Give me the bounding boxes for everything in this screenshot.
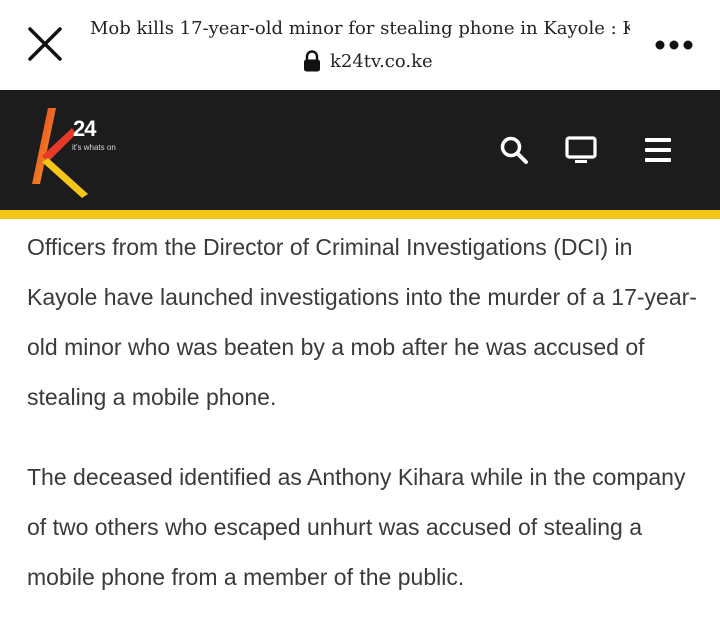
logo-number: 24 xyxy=(73,116,97,141)
lock-icon xyxy=(304,50,320,72)
url-display[interactable]: k24tv.co.ke xyxy=(302,48,433,74)
article-body: Officers from the Director of Criminal I… xyxy=(27,222,707,632)
tv-icon[interactable] xyxy=(565,134,597,166)
close-icon[interactable] xyxy=(27,26,63,62)
url-text: k24tv.co.ke xyxy=(330,50,433,72)
logo-tagline: it's whats on xyxy=(72,143,116,152)
more-options-icon[interactable] xyxy=(652,34,696,56)
page-title: Mob kills 17-year-old minor for stealing… xyxy=(90,18,630,39)
hamburger-menu-icon[interactable] xyxy=(642,134,674,166)
article-paragraph: The deceased identified as Anthony Kihar… xyxy=(27,464,686,590)
browser-top-bar: Mob kills 17-year-old minor for stealing… xyxy=(0,0,720,90)
article-paragraph: Officers from the Director of Criminal I… xyxy=(27,234,697,410)
search-icon[interactable] xyxy=(498,134,530,166)
header-accent-stripe xyxy=(0,210,720,219)
